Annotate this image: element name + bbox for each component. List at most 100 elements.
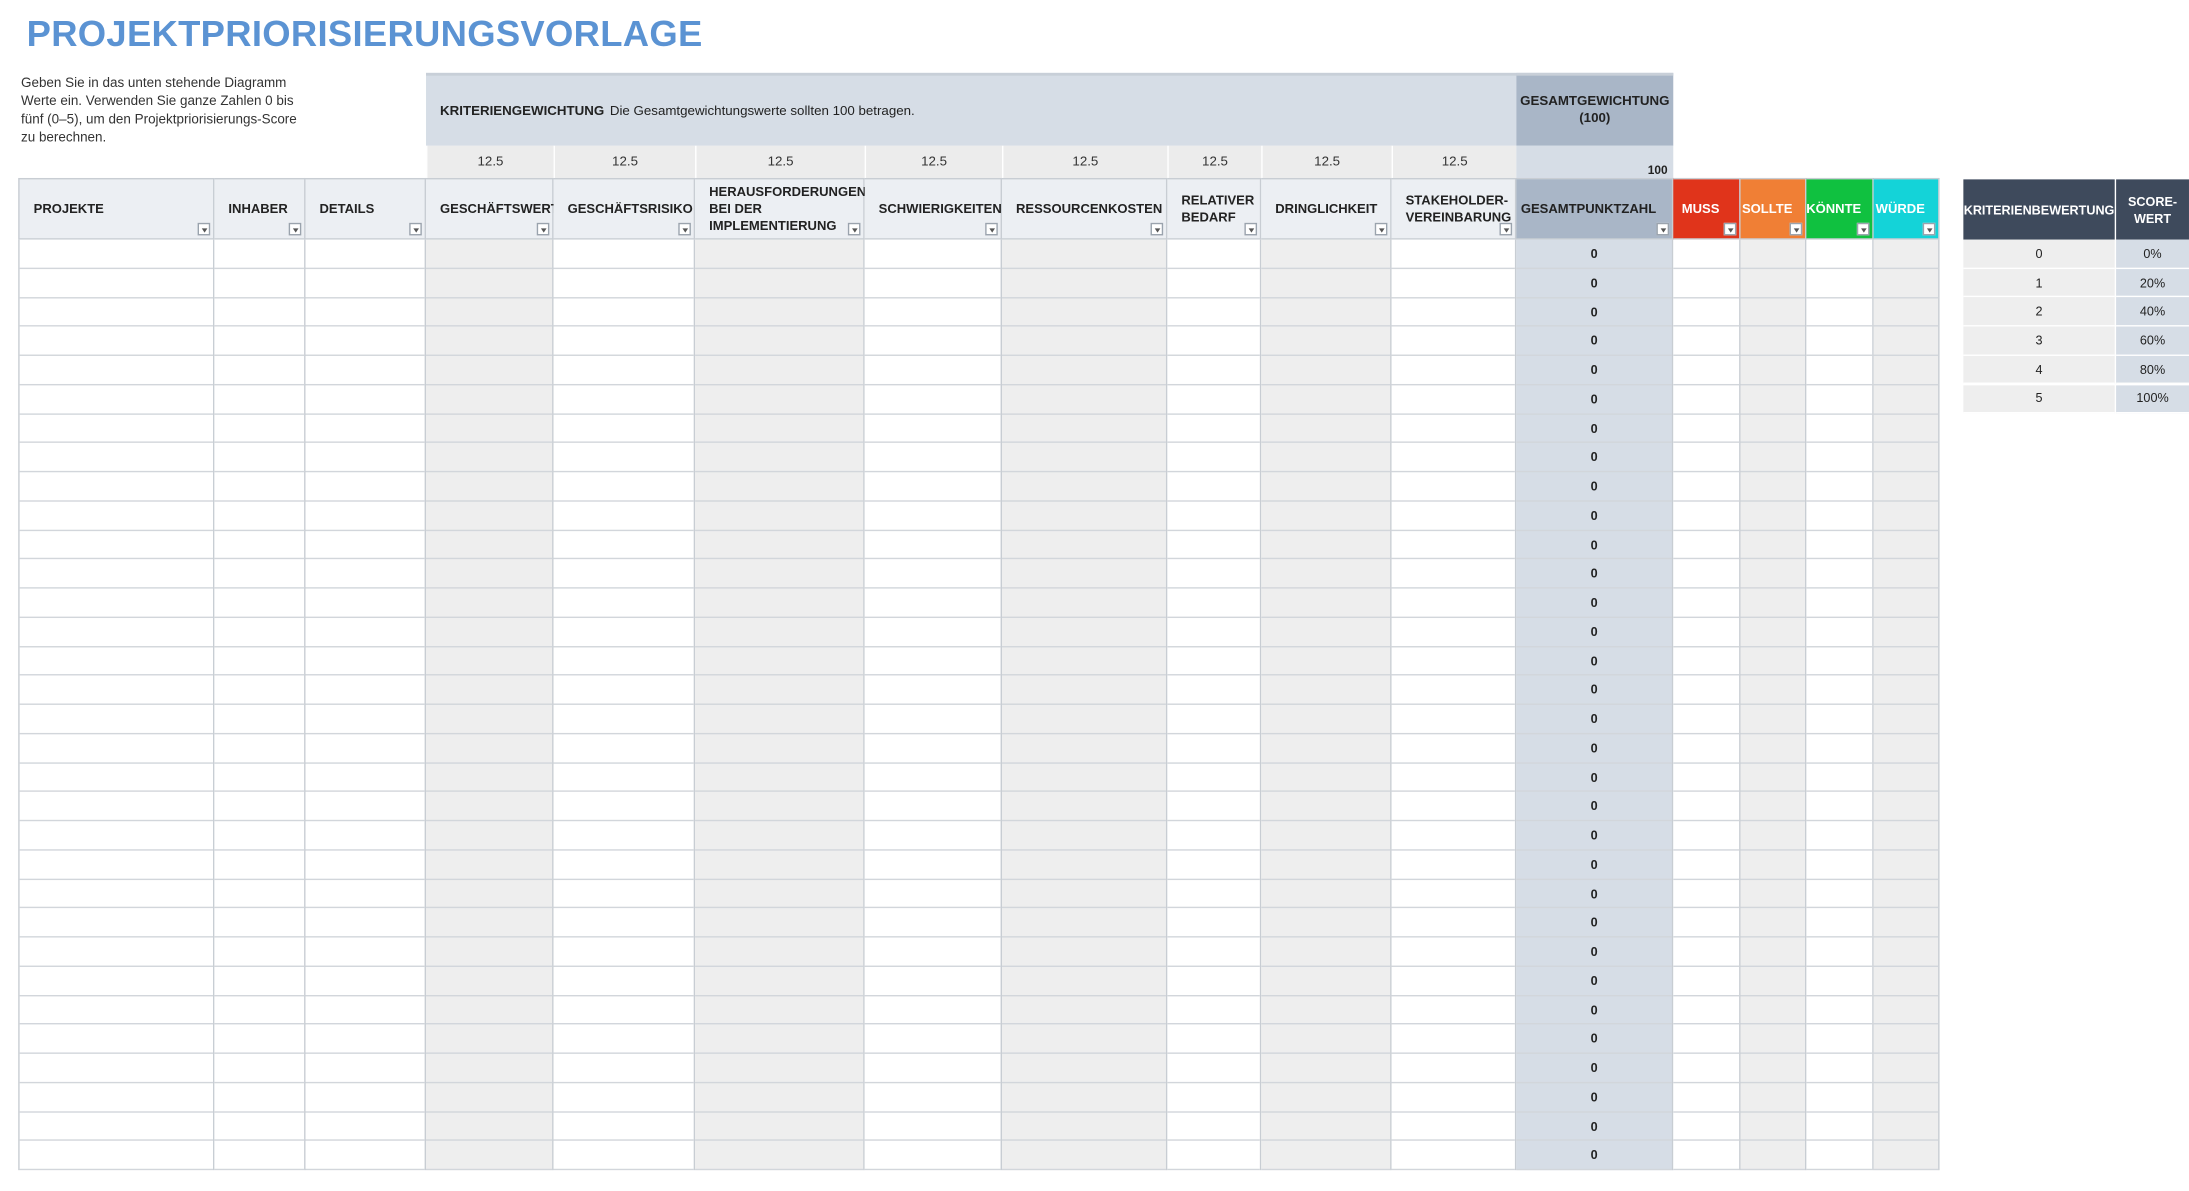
projekte-cell[interactable]: [19, 734, 214, 764]
koennte-cell[interactable]: [1806, 589, 1873, 618]
projekte-cell[interactable]: [19, 1112, 214, 1142]
criterion-cell[interactable]: [1167, 298, 1260, 327]
criterion-cell[interactable]: [1002, 967, 1166, 996]
criterion-cell[interactable]: [1391, 530, 1515, 560]
koennte-cell[interactable]: [1806, 879, 1873, 909]
criterion-cell[interactable]: [1261, 560, 1391, 589]
criterion-cell[interactable]: [1391, 1083, 1515, 1113]
criterion-cell[interactable]: [864, 1141, 1001, 1171]
wuerde-cell[interactable]: [1873, 443, 1939, 473]
sollte-cell[interactable]: [1740, 1141, 1806, 1171]
inhaber-cell[interactable]: [214, 967, 305, 996]
criterion-cell[interactable]: [1002, 560, 1166, 589]
projekte-cell[interactable]: [19, 472, 214, 502]
details-cell[interactable]: [305, 269, 425, 298]
criterion-cell[interactable]: [1261, 1112, 1391, 1142]
criterion-cell[interactable]: [1391, 647, 1515, 676]
details-cell[interactable]: [305, 414, 425, 444]
criterion-cell[interactable]: [695, 385, 864, 415]
muss-cell[interactable]: [1673, 385, 1740, 415]
criterion-cell[interactable]: [695, 908, 864, 938]
details-cell[interactable]: [305, 734, 425, 764]
weight-cell[interactable]: 12.5: [553, 145, 696, 178]
criterion-cell[interactable]: [864, 1112, 1001, 1142]
criterion-cell[interactable]: [1391, 240, 1515, 269]
criterion-cell[interactable]: [1167, 327, 1260, 356]
criterion-cell[interactable]: [864, 705, 1001, 734]
criterion-cell[interactable]: [1167, 269, 1260, 298]
criterion-cell[interactable]: [553, 443, 694, 473]
criterion-cell[interactable]: [1261, 647, 1391, 676]
criterion-cell[interactable]: [426, 1112, 553, 1142]
wuerde-cell[interactable]: [1873, 269, 1939, 298]
criterion-cell[interactable]: [1002, 676, 1166, 705]
criterion-cell[interactable]: [1391, 414, 1515, 444]
koennte-cell[interactable]: [1806, 705, 1873, 734]
criterion-cell[interactable]: [1002, 501, 1166, 531]
projekte-cell[interactable]: [19, 327, 214, 356]
criterion-cell[interactable]: [864, 676, 1001, 705]
criterion-cell[interactable]: [426, 501, 553, 531]
wuerde-cell[interactable]: [1873, 850, 1939, 880]
wuerde-cell[interactable]: [1873, 560, 1939, 589]
sollte-cell[interactable]: [1740, 1054, 1806, 1083]
criterion-cell[interactable]: [553, 967, 694, 996]
wuerde-cell[interactable]: [1873, 356, 1939, 386]
criterion-cell[interactable]: [1261, 414, 1391, 444]
filter-dropdown-icon[interactable]: [1499, 222, 1513, 236]
inhaber-cell[interactable]: [214, 1054, 305, 1083]
criterion-cell[interactable]: [1261, 821, 1391, 851]
muss-cell[interactable]: [1673, 298, 1740, 327]
sollte-cell[interactable]: [1740, 938, 1806, 967]
wuerde-cell[interactable]: [1873, 327, 1939, 356]
sollte-cell[interactable]: [1740, 821, 1806, 851]
details-cell[interactable]: [305, 1112, 425, 1142]
wuerde-cell[interactable]: [1873, 501, 1939, 531]
criterion-cell[interactable]: [1167, 618, 1260, 647]
filter-dropdown-icon[interactable]: [1374, 222, 1388, 236]
criterion-cell[interactable]: [1261, 996, 1391, 1025]
criterion-cell[interactable]: [695, 1025, 864, 1054]
koennte-cell[interactable]: [1806, 996, 1873, 1025]
inhaber-cell[interactable]: [214, 1025, 305, 1054]
criterion-cell[interactable]: [864, 734, 1001, 764]
criterion-cell[interactable]: [695, 879, 864, 909]
criterion-cell[interactable]: [426, 530, 553, 560]
criterion-cell[interactable]: [695, 501, 864, 531]
koennte-cell[interactable]: [1806, 1083, 1873, 1113]
criterion-cell[interactable]: [553, 734, 694, 764]
criterion-cell[interactable]: [1261, 792, 1391, 822]
criterion-cell[interactable]: [553, 618, 694, 647]
filter-dropdown-icon[interactable]: [288, 222, 302, 236]
criterion-cell[interactable]: [1391, 734, 1515, 764]
criterion-cell[interactable]: [695, 821, 864, 851]
projekte-cell[interactable]: [19, 792, 214, 822]
criterion-cell[interactable]: [864, 472, 1001, 502]
criterion-cell[interactable]: [1261, 908, 1391, 938]
criterion-cell[interactable]: [1167, 589, 1260, 618]
projekte-cell[interactable]: [19, 385, 214, 415]
filter-dropdown-icon[interactable]: [1150, 222, 1164, 236]
projekte-cell[interactable]: [19, 705, 214, 734]
criterion-cell[interactable]: [1167, 1054, 1260, 1083]
muss-cell[interactable]: [1673, 821, 1740, 851]
criterion-cell[interactable]: [695, 792, 864, 822]
criterion-cell[interactable]: [695, 472, 864, 502]
criterion-cell[interactable]: [1002, 879, 1166, 909]
koennte-cell[interactable]: [1806, 327, 1873, 356]
criterion-cell[interactable]: [553, 792, 694, 822]
criterion-cell[interactable]: [553, 1054, 694, 1083]
criterion-cell[interactable]: [426, 472, 553, 502]
criterion-cell[interactable]: [1167, 356, 1260, 386]
criterion-cell[interactable]: [1167, 560, 1260, 589]
criterion-cell[interactable]: [1167, 821, 1260, 851]
inhaber-cell[interactable]: [214, 530, 305, 560]
criterion-cell[interactable]: [864, 501, 1001, 531]
koennte-cell[interactable]: [1806, 647, 1873, 676]
inhaber-cell[interactable]: [214, 618, 305, 647]
criterion-cell[interactable]: [695, 676, 864, 705]
criterion-cell[interactable]: [864, 1054, 1001, 1083]
projekte-cell[interactable]: [19, 821, 214, 851]
koennte-cell[interactable]: [1806, 821, 1873, 851]
koennte-cell[interactable]: [1806, 385, 1873, 415]
